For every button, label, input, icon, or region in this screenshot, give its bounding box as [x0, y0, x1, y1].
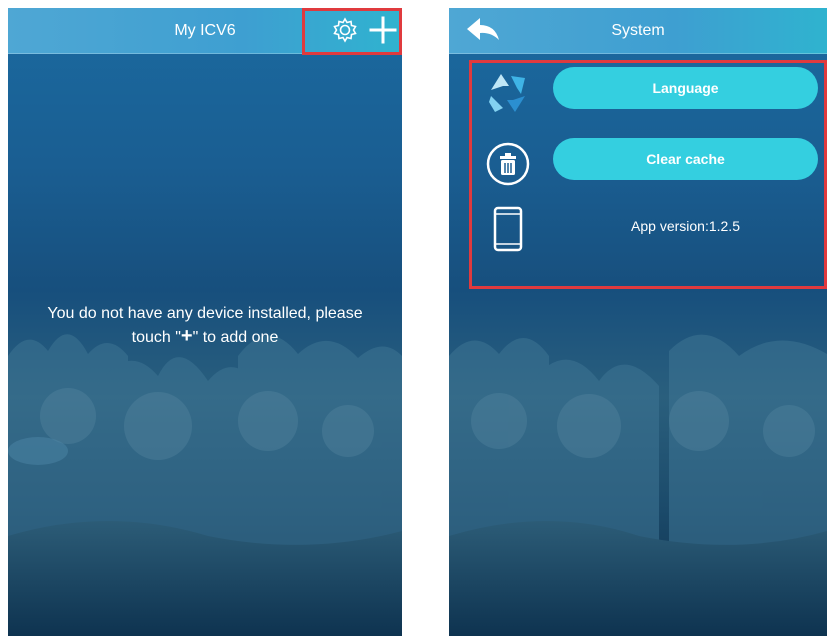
system-screen: System Language Clear cache App version:… — [449, 8, 827, 636]
empty-message-line2: touch "+" to add one — [24, 325, 386, 349]
plus-icon[interactable] — [367, 14, 399, 46]
language-button[interactable]: Language — [553, 67, 818, 109]
app-version-text: App version:1.2.5 — [631, 218, 740, 234]
plus-glyph: + — [180, 325, 193, 347]
gear-icon[interactable] — [329, 14, 361, 46]
empty-message-prefix: touch " — [131, 329, 181, 346]
empty-message-suffix: " to add one — [192, 329, 279, 346]
top-bar: My ICV6 — [8, 8, 402, 54]
top-bar: System — [449, 8, 827, 54]
reef-background — [8, 334, 402, 636]
page-title: System — [611, 22, 665, 39]
language-recycle-icon — [489, 74, 525, 112]
home-screen: My ICV6 You do not have any device insta… — [8, 8, 402, 636]
empty-state-message: You do not have any device installed, pl… — [24, 303, 386, 349]
phone-icon — [493, 206, 523, 252]
trash-icon — [486, 142, 530, 186]
clear-cache-button[interactable]: Clear cache — [553, 138, 818, 180]
empty-message-line1: You do not have any device installed, pl… — [47, 305, 363, 322]
reef-background — [449, 334, 827, 636]
back-arrow-icon[interactable] — [465, 16, 501, 44]
